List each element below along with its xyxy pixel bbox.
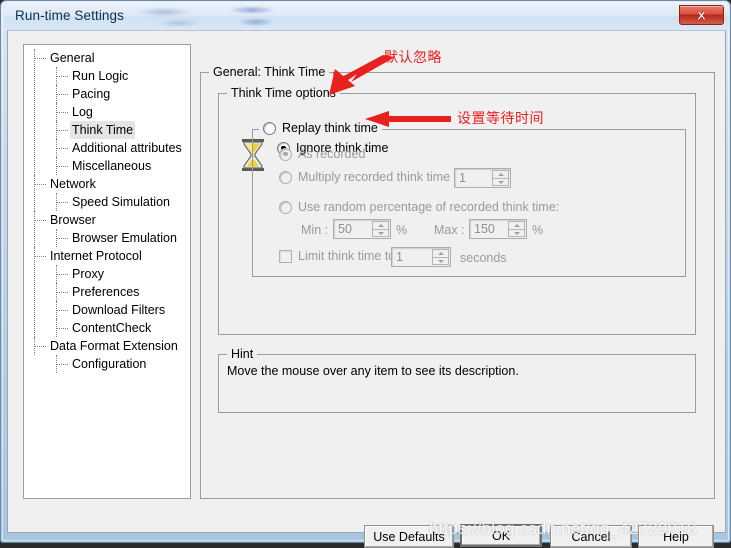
multiply-think-time-label: Multiply recorded think time by: [298,170,471,184]
min-label: Min : [301,223,329,237]
tree-item-log[interactable]: Log [24,103,190,121]
max-percentage-spin-down[interactable] [508,229,525,237]
min-percentage-spin-buttons[interactable] [372,221,389,237]
limit-think-time-spin-up[interactable] [432,249,449,257]
limit-think-time-spin-buttons[interactable] [432,249,449,265]
replay-think-time-group: Replay think time As recorded Multiply r… [252,121,686,277]
close-button[interactable] [679,5,724,25]
tree-item-browser-emulation[interactable]: Browser Emulation [24,229,190,247]
annotation-text-2: 设置等待时间 [457,111,544,127]
tree-item-label: Log [72,105,93,119]
min-percentage-spin-up[interactable] [372,221,389,229]
tree-item-label: Internet Protocol [50,249,142,263]
window-frame: Run-time Settings General Run Logic Paci… [0,0,731,548]
random-percentage-radio-row[interactable]: Use random percentage of recorded think … [279,200,559,214]
max-label: Max : [434,223,465,237]
tree-item-label: Proxy [72,267,104,281]
tree-item-download-filters[interactable]: Download Filters [24,301,190,319]
as-recorded-label: As recorded [298,147,366,161]
tree-item-speed-simulation[interactable]: Speed Simulation [24,193,190,211]
as-recorded-radio-row[interactable]: As recorded [279,147,365,161]
annotation-arrow-2 [365,111,451,127]
tree-item-label: Preferences [72,285,140,299]
max-percentage-spinner[interactable] [469,219,527,239]
limit-think-time-spinner[interactable] [391,247,451,267]
tree-item-pacing[interactable]: Pacing [24,85,190,103]
think-time-panel: General: Think Time Think Time options I… [200,65,715,499]
multiply-think-time-radio[interactable] [279,170,292,184]
min-percentage-spinner[interactable] [333,219,391,239]
tree-item-data-format-extension[interactable]: Data Format Extension [24,337,190,355]
tree-item-label: Run Logic [72,69,129,83]
hint-group: Hint Move the mouse over any item to see… [218,347,696,413]
tree-item-run-logic[interactable]: Run Logic [24,67,190,85]
tree-item-think-time[interactable]: Think Time [24,121,190,139]
dialog-body: General Run Logic Pacing Log Think Time … [7,30,726,548]
random-percentage-label: Use random percentage of recorded think … [298,200,560,214]
tree-item-label: Speed Simulation [72,195,170,209]
tree-item-proxy[interactable]: Proxy [24,265,190,283]
tree-item-miscellaneous[interactable]: Miscellaneous [24,157,190,175]
hint-title: Hint [227,347,258,361]
multiply-factor-spin-buttons[interactable] [492,170,509,186]
tree-item-configuration[interactable]: Configuration [24,355,190,373]
close-icon [696,10,707,20]
tree-item-label: Additional attributes [72,141,182,155]
limit-think-time-input[interactable] [392,248,432,266]
tree-item-label: Data Format Extension [50,339,178,353]
tree-item-label: Browser Emulation [72,231,177,245]
limit-think-time-unit: seconds [460,251,507,265]
tree-item-label: ContentCheck [72,321,152,335]
tree-item-additional-attributes[interactable]: Additional attributes [24,139,190,157]
replay-think-time-radio-row[interactable]: Replay think time [259,121,382,135]
window-title: Run-time Settings [15,8,124,23]
limit-think-time-spin-down[interactable] [432,257,449,265]
settings-tree[interactable]: General Run Logic Pacing Log Think Time … [23,44,191,499]
multiply-factor-spinner[interactable] [454,168,511,188]
tree-item-general[interactable]: General [24,49,190,67]
think-time-options-group: Think Time options Ignore think time Rep… [218,86,696,335]
title-bar-blurred-region [134,6,334,28]
min-percentage-spin-down[interactable] [372,229,389,237]
max-percentage-spin-up[interactable] [508,221,525,229]
max-percentage-spin-buttons[interactable] [508,221,525,237]
tree-item-browser[interactable]: Browser [24,211,190,229]
panel-title: General: Think Time [209,65,330,79]
cancel-button[interactable]: Cancel [550,525,632,548]
tree-item-label: Miscellaneous [72,159,152,173]
tree-item-network[interactable]: Network [24,175,190,193]
limit-think-time-checkbox[interactable] [279,249,292,263]
as-recorded-radio[interactable] [279,147,292,161]
replay-think-time-radio[interactable] [263,121,276,135]
tree-item-label: Pacing [72,87,111,101]
max-percent-sign: % [532,223,544,237]
tree-item-label: Browser [50,213,96,227]
multiply-factor-input[interactable] [455,169,492,187]
limit-think-time-label: Limit think time to: [298,249,399,263]
annotation-text-1: 默认忽略 [384,50,442,66]
min-percentage-input[interactable] [334,220,372,238]
random-percentage-radio[interactable] [279,200,292,214]
tree-item-label: General [50,51,95,65]
tree-item-label: Network [50,177,96,191]
tree-item-label: Think Time [70,121,136,139]
multiply-think-time-radio-row[interactable]: Multiply recorded think time by: [279,170,470,184]
tree-item-label: Configuration [72,357,147,371]
use-defaults-button[interactable]: Use Defaults [364,525,454,548]
replay-think-time-label: Replay think time [282,121,378,135]
hint-text: Move the mouse over any item to see its … [227,364,519,378]
tree-item-internet-protocol[interactable]: Internet Protocol [24,247,190,265]
tree-item-contentcheck[interactable]: ContentCheck [24,319,190,337]
ok-button[interactable]: OK [460,524,542,547]
multiply-factor-spin-down[interactable] [492,178,509,186]
tree-item-label: Download Filters [72,303,166,317]
max-percentage-input[interactable] [470,220,508,238]
tree-item-preferences[interactable]: Preferences [24,283,190,301]
min-percent-sign: % [396,223,408,237]
multiply-factor-spin-up[interactable] [492,170,509,178]
help-button[interactable]: Help [638,525,714,548]
limit-think-time-checkbox-row[interactable]: Limit think time to: [279,249,399,263]
title-bar[interactable]: Run-time Settings [4,3,729,30]
